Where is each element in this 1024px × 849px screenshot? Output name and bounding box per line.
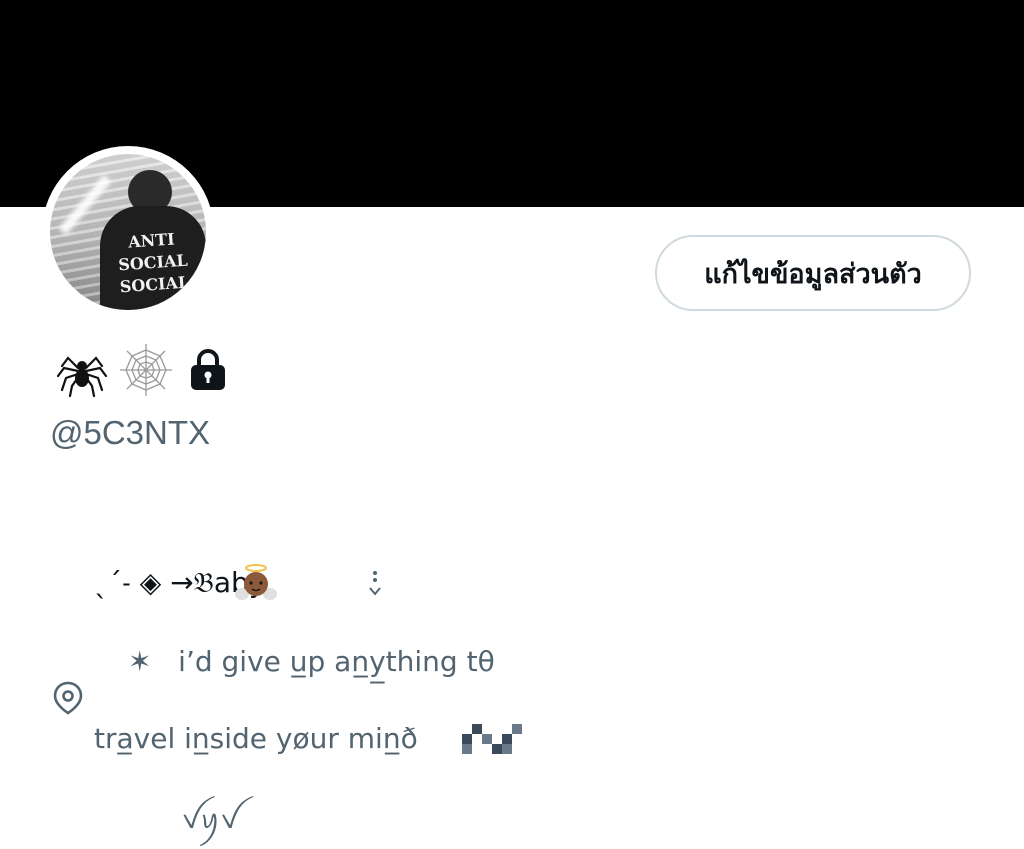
more-dots-icon <box>369 571 381 596</box>
profile-handle: @5C3NTX <box>50 414 211 451</box>
bio-line-2: ✶ i’d give u̲p an̲y̲thing tθ <box>128 645 495 678</box>
lock-icon <box>191 349 225 390</box>
baby-angel-icon <box>235 564 277 600</box>
bio-line-3: tra̲vel in̲side yøur min̲ð <box>94 722 418 755</box>
map-pin-icon <box>53 681 83 715</box>
avatar[interactable]: ANTI SOCIAL SOCIAL <box>50 154 206 310</box>
edit-profile-button[interactable]: แก้ไขข้อมูลส่วนตัว <box>655 235 971 311</box>
spiderweb-icon <box>120 344 172 396</box>
display-name <box>54 340 228 400</box>
avatar-jacket-text: ANTI SOCIAL SOCIAL <box>117 229 190 297</box>
bio-line-4: ꪜꪗꪜ <box>182 805 239 835</box>
spider-icon <box>56 356 108 398</box>
pixel-blocks-icon <box>462 724 522 754</box>
